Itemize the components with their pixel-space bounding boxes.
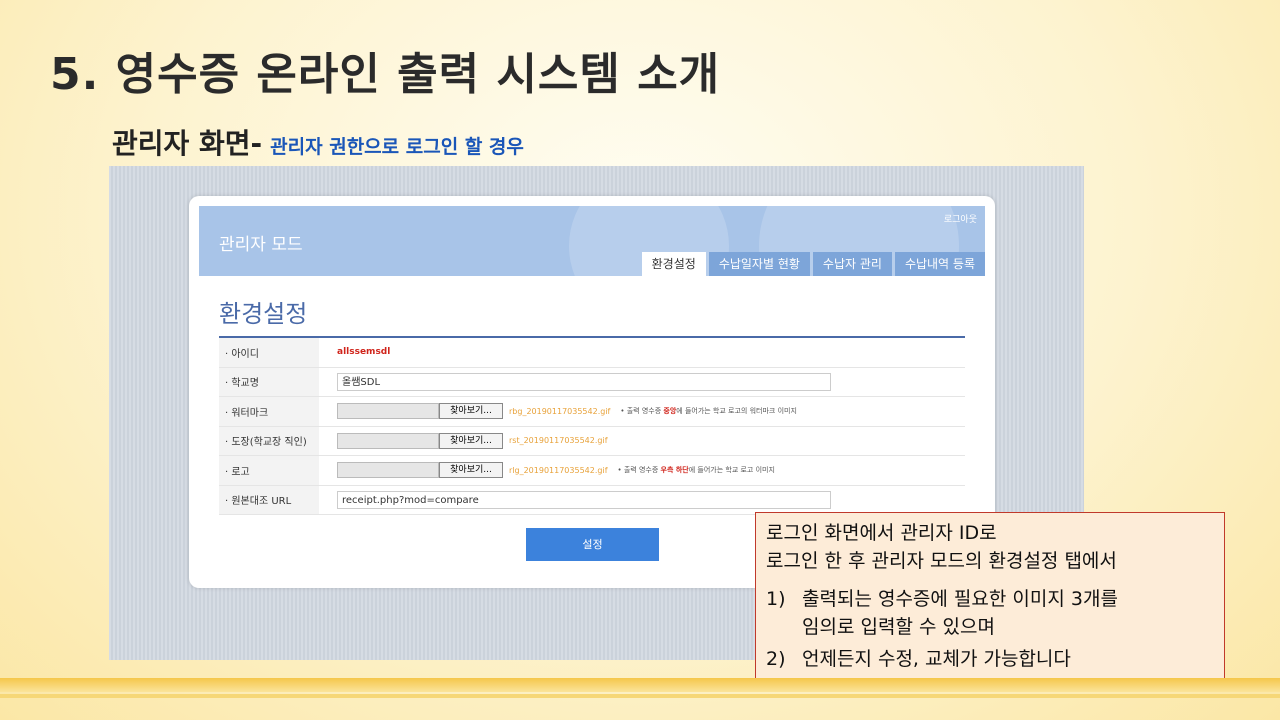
watermark-label: · 워터마크 <box>219 397 319 426</box>
bottom-band-decoration <box>0 694 1280 698</box>
form-row-school: · 학교명 올쌤SDL <box>219 367 965 397</box>
settings-form: · 아이디 allssemsdl · 학교명 올쌤SDL · 워터마크 찾아보기… <box>219 336 965 515</box>
stamp-label: · 도장(학교장 직인) <box>219 426 319 455</box>
id-value: allssemsdl <box>337 347 391 358</box>
stamp-browse-button[interactable]: 찾아보기... <box>439 432 503 449</box>
settings-submit-button[interactable]: 설정 <box>526 528 659 561</box>
subtitle-sub: 관리자 권한으로 로그인 할 경우 <box>270 136 524 158</box>
school-name-input[interactable]: 올쌤SDL <box>337 372 831 391</box>
item-text: 임의로 입력할 수 있으며 <box>802 616 995 638</box>
note-text: • 출력 영수증 <box>617 466 661 475</box>
form-row-id: · 아이디 allssemsdl <box>219 338 965 368</box>
tab-payment-registration[interactable]: 수납내역 등록 <box>894 252 985 276</box>
bottom-band-decoration <box>0 678 1280 692</box>
item-text: 출력되는 영수증에 필요한 이미지 3개를 <box>802 588 1118 610</box>
admin-mode-title: 관리자 모드 <box>219 235 303 255</box>
logo-filename[interactable]: rlg_20190117035542.gif <box>509 466 608 475</box>
form-row-logo: · 로고 찾아보기... rlg_20190117035542.gif • 출력… <box>219 456 965 486</box>
explanation-callout: 로그인 화면에서 관리자 ID로 로그인 한 후 관리자 모드의 환경설정 탭에… <box>755 512 1225 690</box>
callout-item-1: 1) 출력되는 영수증에 필요한 이미지 3개를임의로 입력할 수 있으며 <box>766 585 1214 641</box>
logout-link[interactable]: 로그아웃 <box>944 212 977 225</box>
stamp-file-field[interactable] <box>337 432 439 449</box>
tab-payment-by-date[interactable]: 수납일자별 현황 <box>708 252 810 276</box>
note-text: • 출력 영수증 <box>620 407 664 416</box>
callout-item-2: 2) 언제든지 수정, 교체가 가능합니다 <box>766 645 1214 673</box>
slide-subtitle: 관리자 화면- 관리자 권한으로 로그인 할 경우 <box>112 122 524 162</box>
note-highlight: 중앙 <box>663 407 677 416</box>
watermark-note: • 출력 영수증 중앙에 들어가는 학교 로고의 워터마크 이미지 <box>620 406 797 416</box>
logo-file-field[interactable] <box>337 462 439 479</box>
watermark-browse-button[interactable]: 찾아보기... <box>439 403 503 420</box>
logo-browse-button[interactable]: 찾아보기... <box>439 462 503 479</box>
watermark-file-field[interactable] <box>337 403 439 420</box>
id-label: · 아이디 <box>219 338 319 367</box>
admin-tabs: 환경설정 수납일자별 현황 수납자 관리 수납내역 등록 <box>641 252 985 276</box>
watermark-filename[interactable]: rbg_20190117035542.gif <box>509 407 610 416</box>
item-number: 1) <box>766 588 786 610</box>
admin-header: 관리자 모드 로그아웃 환경설정 수납일자별 현황 수납자 관리 수납내역 등록 <box>199 206 985 276</box>
subtitle-main: 관리자 화면- <box>112 127 263 160</box>
compare-url-input[interactable]: receipt.php?mod=compare <box>337 490 831 509</box>
form-row-url: · 원본대조 URL receipt.php?mod=compare <box>219 485 965 515</box>
form-row-stamp: · 도장(학교장 직인) 찾아보기... rst_20190117035542.… <box>219 426 965 456</box>
item-text: 언제든지 수정, 교체가 가능합니다 <box>802 648 1071 670</box>
slide-title: 5. 영수증 온라인 출력 시스템 소개 <box>50 49 721 100</box>
tab-payer-management[interactable]: 수납자 관리 <box>812 252 892 276</box>
form-row-watermark: · 워터마크 찾아보기... rbg_20190117035542.gif • … <box>219 397 965 427</box>
settings-page-title: 환경설정 <box>219 300 308 328</box>
callout-line: 로그인 화면에서 관리자 ID로 <box>766 522 997 544</box>
callout-line: 로그인 한 후 관리자 모드의 환경설정 탭에서 <box>766 550 1117 572</box>
note-highlight: 우측 하단 <box>660 466 689 475</box>
stamp-filename[interactable]: rst_20190117035542.gif <box>509 436 608 445</box>
url-label: · 원본대조 URL <box>219 485 319 514</box>
logo-note: • 출력 영수증 우측 하단에 들어가는 학교 로고 이미지 <box>618 465 775 475</box>
note-text: 에 들어가는 학교 로고의 워터마크 이미지 <box>676 407 797 416</box>
school-label: · 학교명 <box>219 367 319 396</box>
tab-settings[interactable]: 환경설정 <box>641 252 706 276</box>
logo-label: · 로고 <box>219 456 319 485</box>
item-number: 2) <box>766 648 786 670</box>
note-text: 에 들어가는 학교 로고 이미지 <box>688 466 775 475</box>
